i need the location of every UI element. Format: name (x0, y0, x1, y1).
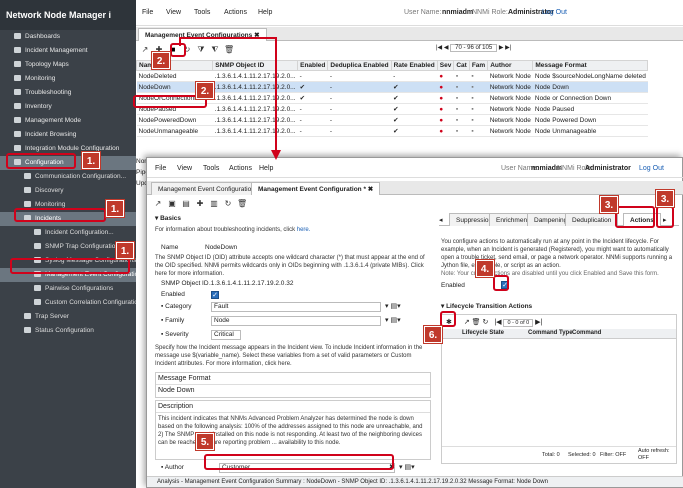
callout-3-scroll: 3. (656, 190, 674, 207)
callout-5-author: 5. (196, 433, 214, 450)
callout-6-new-action: 6. (424, 326, 442, 343)
callout-1-incidents: 1. (106, 200, 124, 217)
callout-1-management-event: 1. (116, 242, 134, 259)
highlight-management-event-configurations (10, 258, 130, 274)
arrow-head (271, 150, 281, 160)
highlight-configuration (6, 153, 76, 169)
highlight-new-action (440, 311, 456, 327)
callout-4-enabled: 4. (476, 260, 494, 277)
callout-1-configuration: 1. (82, 152, 100, 169)
callout-3-actions: 3. (600, 196, 618, 213)
highlight-folder-button (170, 43, 186, 57)
highlight-actions-tab (615, 206, 655, 228)
highlight-scroll-right (656, 206, 674, 228)
callout-2-row: 2. (196, 82, 214, 99)
highlight-author-field (204, 454, 394, 470)
callout-2-folder: 2. (152, 52, 170, 69)
highlight-enabled-checkbox (493, 275, 509, 291)
highlight-incidents (14, 208, 106, 222)
annotation-arrow (179, 37, 281, 160)
